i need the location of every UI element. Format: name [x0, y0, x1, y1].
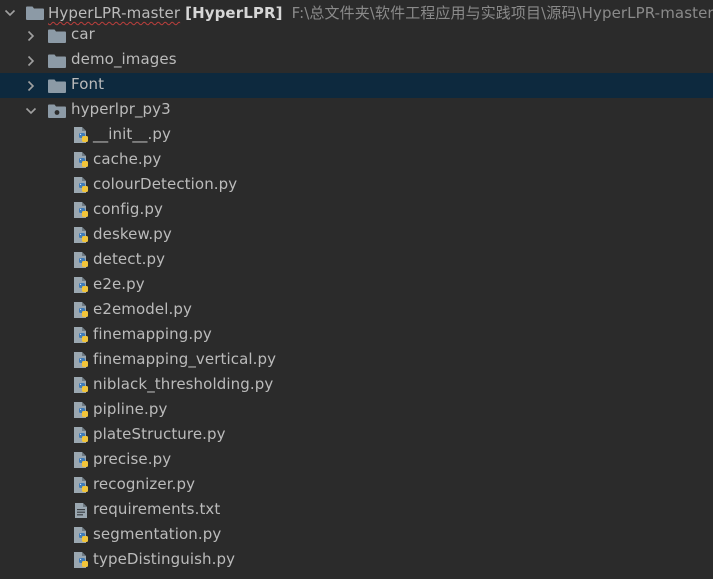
file-label: finemapping.py [93, 325, 212, 343]
tree-folder-car[interactable]: car [0, 23, 713, 48]
file-label: __init__.py [93, 125, 171, 143]
project-path: F:\总文件夹\软件工程应用与实践项目\源码\HyperLPR-master [291, 4, 713, 22]
chevron-right-icon[interactable] [25, 80, 37, 92]
folder-icon [26, 6, 44, 20]
file-label: deskew.py [93, 225, 172, 243]
chevron-down-icon[interactable] [4, 7, 16, 19]
file-label: finemapping_vertical.py [93, 350, 277, 368]
python-file-icon [73, 426, 90, 444]
folder-label: demo_images [71, 50, 177, 68]
package-folder-icon [48, 104, 66, 118]
chevron-right-icon[interactable] [25, 55, 37, 67]
tree-file-row[interactable]: config.py [0, 198, 713, 223]
module-name: [HyperLPR] [185, 4, 283, 22]
file-label: plateStructure.py [93, 425, 226, 443]
tree-folder-font[interactable]: Font [0, 73, 713, 98]
folder-icon [48, 54, 66, 68]
python-file-icon [73, 376, 90, 394]
file-label: config.py [93, 200, 163, 218]
tree-file-row[interactable]: deskew.py [0, 223, 713, 248]
tree-folder-demo-images[interactable]: demo_images [0, 48, 713, 73]
tree-file-row[interactable]: pipline.py [0, 398, 713, 423]
tree-file-row[interactable]: finemapping_vertical.py [0, 348, 713, 373]
tree-file-row[interactable]: plateStructure.py [0, 423, 713, 448]
file-label: requirements.txt [93, 500, 221, 518]
folder-label: hyperlpr_py3 [71, 100, 171, 118]
python-file-icon [73, 551, 90, 569]
file-label: colourDetection.py [93, 175, 238, 193]
project-name: HyperLPR-master [48, 4, 181, 22]
file-label: segmentation.py [93, 525, 222, 543]
chevron-down-icon[interactable] [25, 105, 37, 117]
file-label: recognizer.py [93, 475, 196, 493]
file-label: e2e.py [93, 275, 145, 293]
tree-file-row[interactable]: e2e.py [0, 273, 713, 298]
python-file-icon [73, 401, 90, 419]
folder-label: car [71, 25, 95, 43]
python-file-icon [73, 151, 90, 169]
tree-file-row[interactable]: e2emodel.py [0, 298, 713, 323]
file-label: cache.py [93, 150, 162, 168]
tree-root-row[interactable]: HyperLPR-master [HyperLPR] F:\总文件夹\软件工程应用与… [0, 0, 713, 25]
tree-file-row[interactable]: cache.py [0, 148, 713, 173]
python-file-icon [73, 526, 90, 544]
tree-file-row[interactable]: precise.py [0, 448, 713, 473]
file-label: precise.py [93, 450, 172, 468]
python-file-icon [73, 476, 90, 494]
python-file-icon [73, 176, 90, 194]
tree-folder-hyperlpr-py3[interactable]: hyperlpr_py3 [0, 98, 713, 123]
file-label: detect.py [93, 250, 166, 268]
python-file-icon [73, 301, 90, 319]
tree-file-row[interactable]: typeDistinguish.py [0, 548, 713, 573]
tree-file-row[interactable]: niblack_thresholding.py [0, 373, 713, 398]
folder-icon [48, 79, 66, 93]
tree-file-row[interactable]: __init__.py [0, 123, 713, 148]
tree-file-row[interactable]: recognizer.py [0, 473, 713, 498]
tree-file-row[interactable]: detect.py [0, 248, 713, 273]
python-file-icon [73, 251, 90, 269]
python-file-icon [73, 276, 90, 294]
file-label: typeDistinguish.py [93, 550, 236, 568]
python-file-icon [73, 326, 90, 344]
python-file-icon [73, 451, 90, 469]
file-label: pipline.py [93, 400, 168, 418]
tree-file-row[interactable]: finemapping.py [0, 323, 713, 348]
folder-label: Font [71, 75, 105, 93]
tree-file-row[interactable]: requirements.txt [0, 498, 713, 523]
python-file-icon [73, 201, 90, 219]
python-file-icon [73, 226, 90, 244]
text-file-icon [74, 502, 88, 519]
file-label: niblack_thresholding.py [93, 375, 274, 393]
python-file-icon [73, 351, 90, 369]
tree-file-row[interactable]: colourDetection.py [0, 173, 713, 198]
file-label: e2emodel.py [93, 300, 192, 318]
python-file-icon [73, 126, 90, 144]
tree-file-row[interactable]: segmentation.py [0, 523, 713, 548]
folder-icon [48, 29, 66, 43]
chevron-right-icon[interactable] [25, 30, 37, 42]
